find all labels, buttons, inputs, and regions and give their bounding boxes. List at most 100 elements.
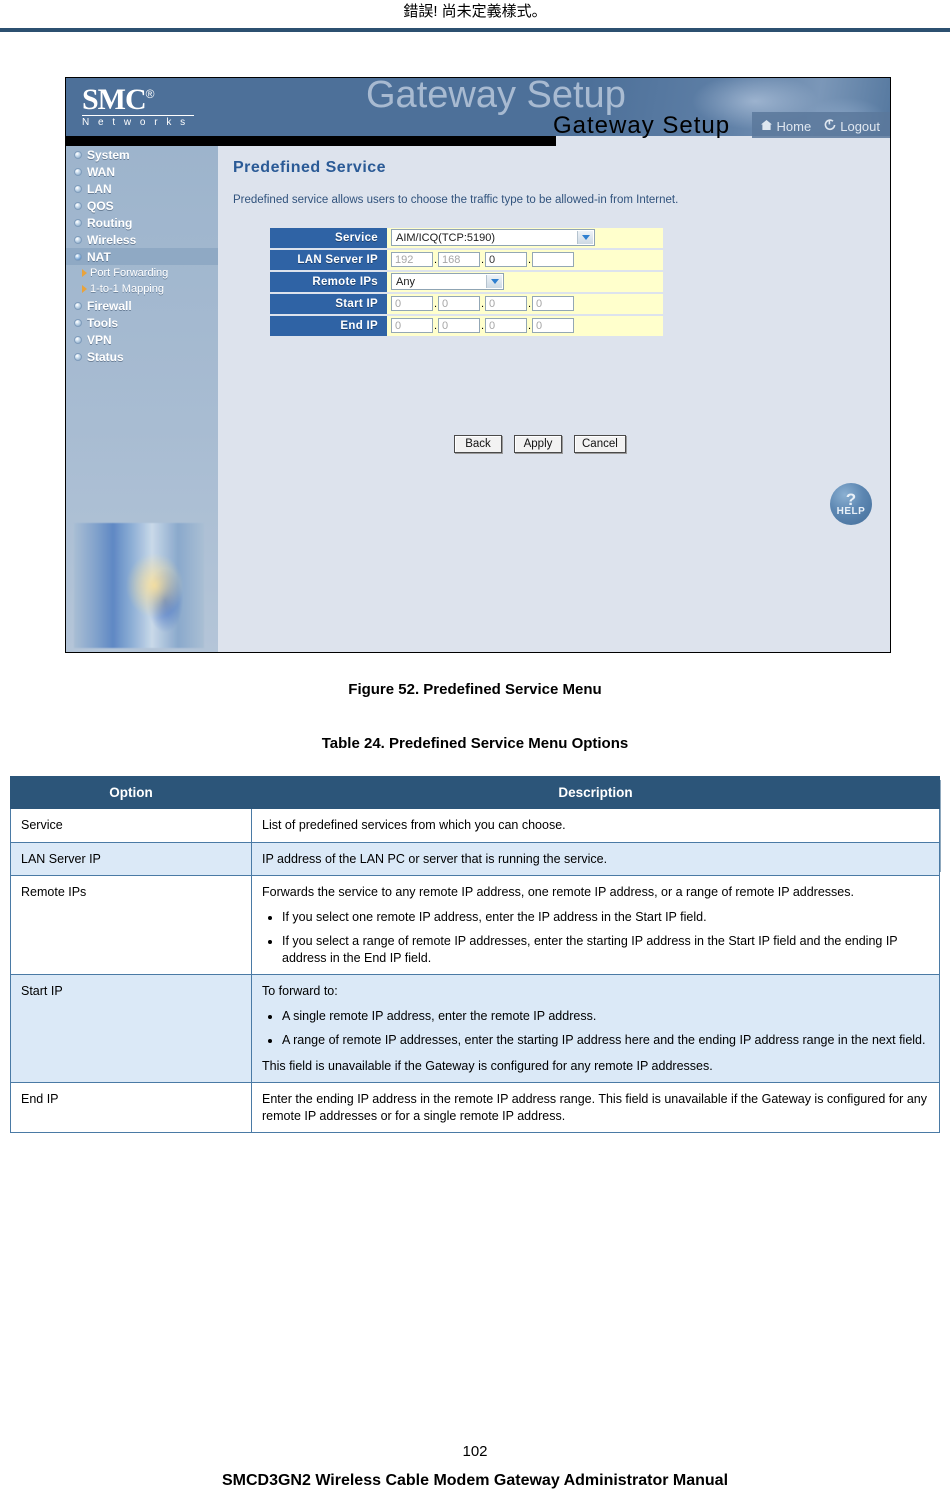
form-row-lan-server-ip: LAN Server IP 192. 168. 0. [270, 250, 663, 270]
page-description: Predefined service allows users to choos… [233, 194, 679, 206]
home-link[interactable]: Home [760, 119, 811, 134]
table-header-row: Option Description [10, 776, 940, 809]
sidebar-subitem-1-to-1-mapping[interactable]: 1-to-1 Mapping [66, 281, 218, 297]
logout-label: Logout [840, 118, 880, 134]
form-row-end-ip: End IP 0.0.0.0 [270, 316, 663, 336]
sidebar-item-label: LAN [87, 181, 112, 196]
form-row-service: Service AIM/ICQ(TCP:5190) [270, 228, 663, 248]
sidebar-item-firewall[interactable]: Firewall [66, 297, 218, 314]
sidebar-item-label: QOS [87, 198, 114, 213]
list-item: A range of remote IP addresses, enter th… [282, 1032, 929, 1049]
sidebar-item-nat[interactable]: NAT [66, 248, 218, 265]
sidebar-subitem-label: 1-to-1 Mapping [90, 283, 164, 295]
sidebar-item-label: Routing [87, 215, 133, 230]
start-ip-octet-4[interactable]: 0 [532, 296, 574, 312]
start-ip-label: Start IP [270, 294, 387, 314]
remote-ips-value-cell: Any [387, 272, 663, 292]
list-item: If you select a range of remote IP addre… [282, 933, 929, 966]
chevron-right-icon [82, 269, 87, 277]
lan-server-ip-octet-4[interactable] [532, 252, 574, 268]
end-ip-label: End IP [270, 316, 387, 336]
help-button[interactable]: ? HELP [830, 483, 872, 525]
end-ip-octet-2[interactable]: 0 [438, 318, 480, 334]
sidebar-item-vpn[interactable]: VPN [66, 331, 218, 348]
lan-server-ip-value-cell: 192. 168. 0. [387, 250, 663, 270]
end-ip-octet-3[interactable]: 0 [485, 318, 527, 334]
remote-ips-label: Remote IPs [270, 272, 387, 292]
start-ip-octet-3[interactable]: 0 [485, 296, 527, 312]
footer-title: SMCD3GN2 Wireless Cable Modem Gateway Ad… [221, 1472, 729, 1489]
row-description: IP address of the LAN PC or server that … [251, 841, 940, 876]
sidebar-item-wireless[interactable]: Wireless [66, 231, 218, 248]
home-icon [760, 119, 773, 134]
row-description: Forwards the service to any remote IP ad… [251, 875, 940, 975]
row-description: Enter the ending IP address in the remot… [251, 1082, 940, 1133]
sidebar-item-routing[interactable]: Routing [66, 214, 218, 231]
table-row: End IP Enter the ending IP address in th… [10, 1082, 940, 1133]
sidebar-item-label: Tools [87, 315, 119, 330]
sidebar-item-tools[interactable]: Tools [66, 314, 218, 331]
content-pane: Predefined Service Predefined service al… [218, 146, 890, 652]
row-option-label: Start IP [10, 974, 252, 1083]
row-description-intro: To forward to: [262, 984, 338, 998]
bullet-icon [74, 184, 82, 193]
row-description: List of predefined services from which y… [251, 808, 940, 843]
remote-ips-select[interactable]: Any [391, 273, 504, 291]
options-table: Option Description Service List of prede… [10, 776, 940, 1133]
row-option-label: End IP [10, 1082, 252, 1133]
cancel-button[interactable]: Cancel [574, 435, 626, 453]
bullet-icon [74, 235, 82, 244]
service-label: Service [270, 228, 387, 248]
help-label: HELP [836, 506, 866, 517]
row-description: To forward to: A single remote IP addres… [251, 974, 940, 1083]
form-actions: Back Apply Cancel [454, 435, 626, 453]
row-description-intro: List of predefined services from which y… [262, 818, 566, 832]
row-description-intro: Enter the ending IP address in the remot… [262, 1092, 927, 1123]
registered-mark-icon: ® [145, 87, 155, 101]
row-option-label: Remote IPs [10, 875, 252, 975]
lan-server-ip-octet-2[interactable]: 168 [438, 252, 480, 268]
logout-link[interactable]: Logout [823, 119, 880, 134]
sidebar-item-qos[interactable]: QOS [66, 197, 218, 214]
page-title: Predefined Service [233, 159, 387, 176]
table-row: Service List of predefined services from… [10, 808, 940, 843]
logout-icon [823, 118, 836, 134]
column-header-description: Description [251, 776, 940, 809]
column-header-option: Option [10, 776, 252, 809]
sidebar-item-lan[interactable]: LAN [66, 180, 218, 197]
sidebar-item-wan[interactable]: WAN [66, 163, 218, 180]
sidebar-nav: System WAN LAN QOS Routing Wireless NAT [66, 146, 218, 652]
bullet-icon [74, 252, 82, 261]
chevron-down-icon[interactable] [577, 231, 593, 245]
header-divider [0, 28, 950, 32]
end-ip-octet-4[interactable]: 0 [532, 318, 574, 334]
figure-caption: Figure 52. Predefined Service Menu [348, 681, 602, 698]
sidebar-item-label: Status [87, 349, 124, 364]
lan-server-ip-octet-3[interactable]: 0 [485, 252, 527, 268]
service-value-cell: AIM/ICQ(TCP:5190) [387, 228, 663, 248]
sidebar-subitem-label: Port Forwarding [90, 267, 169, 279]
banner-title: Gateway Setup [553, 112, 731, 139]
row-description-outro: This field is unavailable if the Gateway… [262, 1058, 713, 1073]
service-select[interactable]: AIM/ICQ(TCP:5190) [391, 229, 595, 247]
lan-server-ip-octet-1[interactable]: 192 [391, 252, 433, 268]
list-item: If you select one remote IP address, ent… [282, 909, 929, 926]
page-number: 102 [462, 1443, 488, 1460]
sidebar-item-label: System [87, 147, 130, 162]
row-bullet-list: If you select one remote IP address, ent… [262, 909, 929, 967]
sidebar-item-system[interactable]: System [66, 146, 218, 163]
row-description-intro: Forwards the service to any remote IP ad… [262, 885, 854, 899]
predefined-service-form: Service AIM/ICQ(TCP:5190) LAN Server IP … [270, 226, 663, 338]
chevron-down-icon[interactable] [486, 275, 502, 289]
sidebar-item-label: WAN [87, 164, 115, 179]
sidebar-item-label: Firewall [87, 298, 132, 313]
start-ip-octet-2[interactable]: 0 [438, 296, 480, 312]
start-ip-octet-1[interactable]: 0 [391, 296, 433, 312]
apply-button[interactable]: Apply [514, 435, 562, 453]
sidebar-item-status[interactable]: Status [66, 348, 218, 365]
sidebar-subitem-port-forwarding[interactable]: Port Forwarding [66, 265, 218, 281]
form-row-start-ip: Start IP 0.0.0.0 [270, 294, 663, 314]
end-ip-octet-1[interactable]: 0 [391, 318, 433, 334]
back-button[interactable]: Back [454, 435, 502, 453]
end-ip-value-cell: 0.0.0.0 [387, 316, 663, 336]
